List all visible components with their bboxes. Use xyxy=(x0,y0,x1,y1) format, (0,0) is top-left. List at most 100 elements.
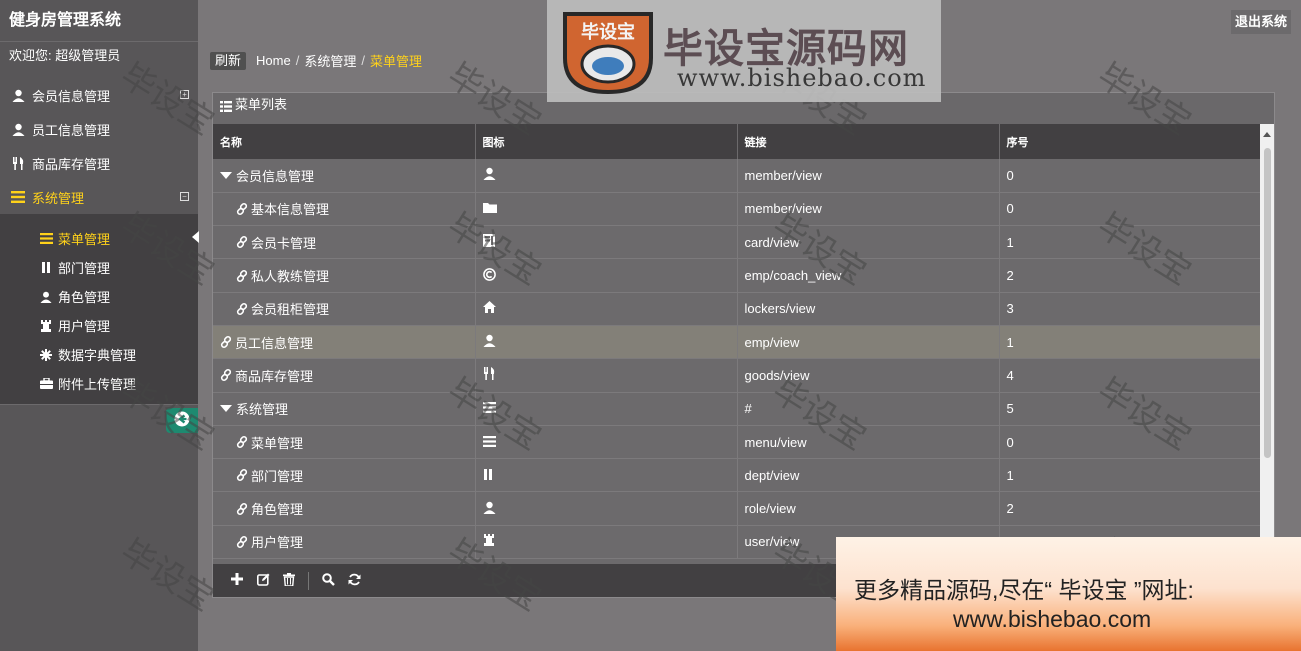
logout-button[interactable]: 退出系统 xyxy=(1230,10,1291,34)
link-icon xyxy=(220,336,232,349)
breadcrumb-parent[interactable]: 系统管理 xyxy=(304,51,356,70)
cell-link: member/view xyxy=(737,192,1000,227)
cell-name[interactable]: 部门管理 xyxy=(213,458,476,493)
cell-name[interactable]: 私人教练管理 xyxy=(213,258,476,293)
table-row[interactable]: 商品库存管理 goods/view 4 xyxy=(213,358,1261,393)
table-row[interactable]: 会员租柜管理 lockers/view 3 xyxy=(213,292,1261,326)
edit-button[interactable] xyxy=(250,571,276,591)
cell-order: 0 xyxy=(999,159,1261,193)
cell-name[interactable]: 用户管理 xyxy=(213,525,476,560)
cell-icon xyxy=(475,159,738,193)
cell-name[interactable]: 角色管理 xyxy=(213,491,476,526)
sidebar: 健身房管理系统 欢迎您: 超级管理员 会员信息管理 + 员工信息管理 商品库存管… xyxy=(0,0,199,651)
sidebar-subitem-label: 数据字典管理 xyxy=(58,348,137,363)
sidebar-item-label: 商品库存管理 xyxy=(32,156,111,172)
add-button[interactable] xyxy=(224,571,250,591)
sidebar-subitem-dept[interactable]: 部门管理 xyxy=(0,253,198,282)
cell-name[interactable]: 系统管理 xyxy=(213,392,476,426)
cell-name[interactable]: 基本信息管理 xyxy=(213,192,476,227)
breadcrumb-current: 菜单管理 xyxy=(369,54,422,69)
sidebar-subitem-label: 附件上传管理 xyxy=(58,377,137,392)
link-icon xyxy=(236,469,248,482)
toolbar-divider xyxy=(308,571,309,590)
menu-table: 名称 图标 链接 序号 会员信息管理 member/view 0 基本信息管理 memb… xyxy=(213,124,1261,560)
sidebar-subitem-role[interactable]: 角色管理 xyxy=(0,282,198,311)
sidebar-item-goods[interactable]: 商品库存管理 xyxy=(0,146,198,180)
breadcrumb: 刷新 Home / 系统管理 / 菜单管理 xyxy=(210,51,422,70)
column-header-name[interactable]: 名称 xyxy=(213,124,476,159)
table-row[interactable]: 会员信息管理 member/view 0 xyxy=(213,159,1261,193)
refresh-button[interactable]: 刷新 xyxy=(210,51,247,70)
breadcrumb-home[interactable]: Home xyxy=(256,53,291,68)
cell-name[interactable]: 员工信息管理 xyxy=(213,325,476,360)
column-header-order[interactable]: 序号 xyxy=(999,124,1261,159)
cell-link: dept/view xyxy=(737,458,1000,493)
sidebar-item-system[interactable]: 系统管理 − xyxy=(0,180,198,214)
sidebar-item-employee[interactable]: 员工信息管理 xyxy=(0,112,198,146)
table-row[interactable]: 角色管理 role/view 2 xyxy=(213,491,1261,526)
column-header-link[interactable]: 链接 xyxy=(737,124,1000,159)
sidebar-subitem-upload[interactable]: 附件上传管理 xyxy=(0,369,198,398)
collapse-toggle-icon[interactable]: − xyxy=(180,192,189,201)
home-icon xyxy=(482,301,496,316)
sidebar-subitem-menu[interactable]: 菜单管理 xyxy=(0,224,198,253)
cell-name[interactable]: 商品库存管理 xyxy=(213,358,476,393)
table-row[interactable]: 员工信息管理 emp/view 1 xyxy=(213,325,1261,360)
sidebar-item-label: 系统管理 xyxy=(32,190,85,206)
pause-icon xyxy=(39,261,53,275)
column-header-icon[interactable]: 图标 xyxy=(475,124,738,159)
sidebar-subitem-label: 角色管理 xyxy=(58,290,111,305)
cell-icon xyxy=(475,192,738,227)
panel-title: 菜单列表 xyxy=(235,97,288,112)
promo-text: 更多精品源码,尽在“ 毕设宝 ”网址: xyxy=(854,577,1194,603)
link-icon xyxy=(236,269,248,282)
cell-name[interactable]: 菜单管理 xyxy=(213,425,476,460)
table-row[interactable]: 菜单管理 menu/view 0 xyxy=(213,425,1261,460)
promo-url: www.bishebao.com xyxy=(953,606,1152,632)
table-row[interactable]: 基本信息管理 member/view 0 xyxy=(213,192,1261,227)
search-icon xyxy=(321,572,335,589)
sidebar-subitem-user[interactable]: 用户管理 xyxy=(0,311,198,340)
reload-button[interactable] xyxy=(341,571,367,591)
table-row[interactable]: 部门管理 dept/view 1 xyxy=(213,458,1261,493)
cell-link: card/view xyxy=(737,225,1000,260)
scroll-thumb[interactable] xyxy=(1264,148,1271,458)
vertical-scrollbar[interactable] xyxy=(1260,124,1274,566)
cell-link: role/view xyxy=(737,491,1000,526)
delete-button[interactable] xyxy=(276,571,302,591)
cell-name[interactable]: 会员信息管理 xyxy=(213,159,476,193)
link-icon xyxy=(236,436,248,449)
delete-icon xyxy=(283,572,295,589)
cutlery-icon xyxy=(10,155,26,171)
cell-icon xyxy=(475,491,738,526)
cell-order: 1 xyxy=(999,325,1261,360)
search-button[interactable] xyxy=(315,571,341,591)
expand-caret-icon[interactable] xyxy=(220,405,232,413)
user-icon xyxy=(10,121,26,137)
list-icon xyxy=(482,435,496,450)
table-row[interactable]: 私人教练管理 emp/coach_view 2 xyxy=(213,258,1261,293)
cell-order: 0 xyxy=(999,192,1261,227)
promo-banner[interactable]: 更多精品源码,尽在“ 毕设宝 ”网址: www.bishebao.com xyxy=(836,537,1301,651)
refresh-icon xyxy=(348,573,361,589)
folder-icon xyxy=(482,201,497,216)
sidebar-subitem-dict[interactable]: 数据字典管理 xyxy=(0,340,198,369)
table-row[interactable]: 会员卡管理 card/view 1 xyxy=(213,225,1261,260)
sidebar-item-member[interactable]: 会员信息管理 + xyxy=(0,78,198,112)
cell-link: member/view xyxy=(737,159,1000,193)
cell-name[interactable]: 会员租柜管理 xyxy=(213,292,476,326)
menu-name: 会员信息管理 xyxy=(236,168,315,184)
sidebar-subitem-label: 部门管理 xyxy=(58,261,111,276)
expand-caret-icon[interactable] xyxy=(220,171,232,179)
asterisk-icon xyxy=(39,348,53,362)
cell-order: 2 xyxy=(999,491,1261,526)
menu-list-panel: 菜单列表 名称 图标 链接 序号 会员信息管理 member/view 0 基本信息管… xyxy=(212,92,1275,598)
list-icon xyxy=(220,98,232,118)
sidebar-collapse-button[interactable] xyxy=(166,408,198,433)
cell-icon xyxy=(475,358,738,393)
expand-toggle-icon[interactable]: + xyxy=(180,90,189,99)
table-row[interactable]: 系统管理 #5 xyxy=(213,392,1261,426)
scroll-up-arrow[interactable] xyxy=(1263,132,1271,137)
cell-name[interactable]: 会员卡管理 xyxy=(213,225,476,260)
user-icon xyxy=(483,168,496,183)
